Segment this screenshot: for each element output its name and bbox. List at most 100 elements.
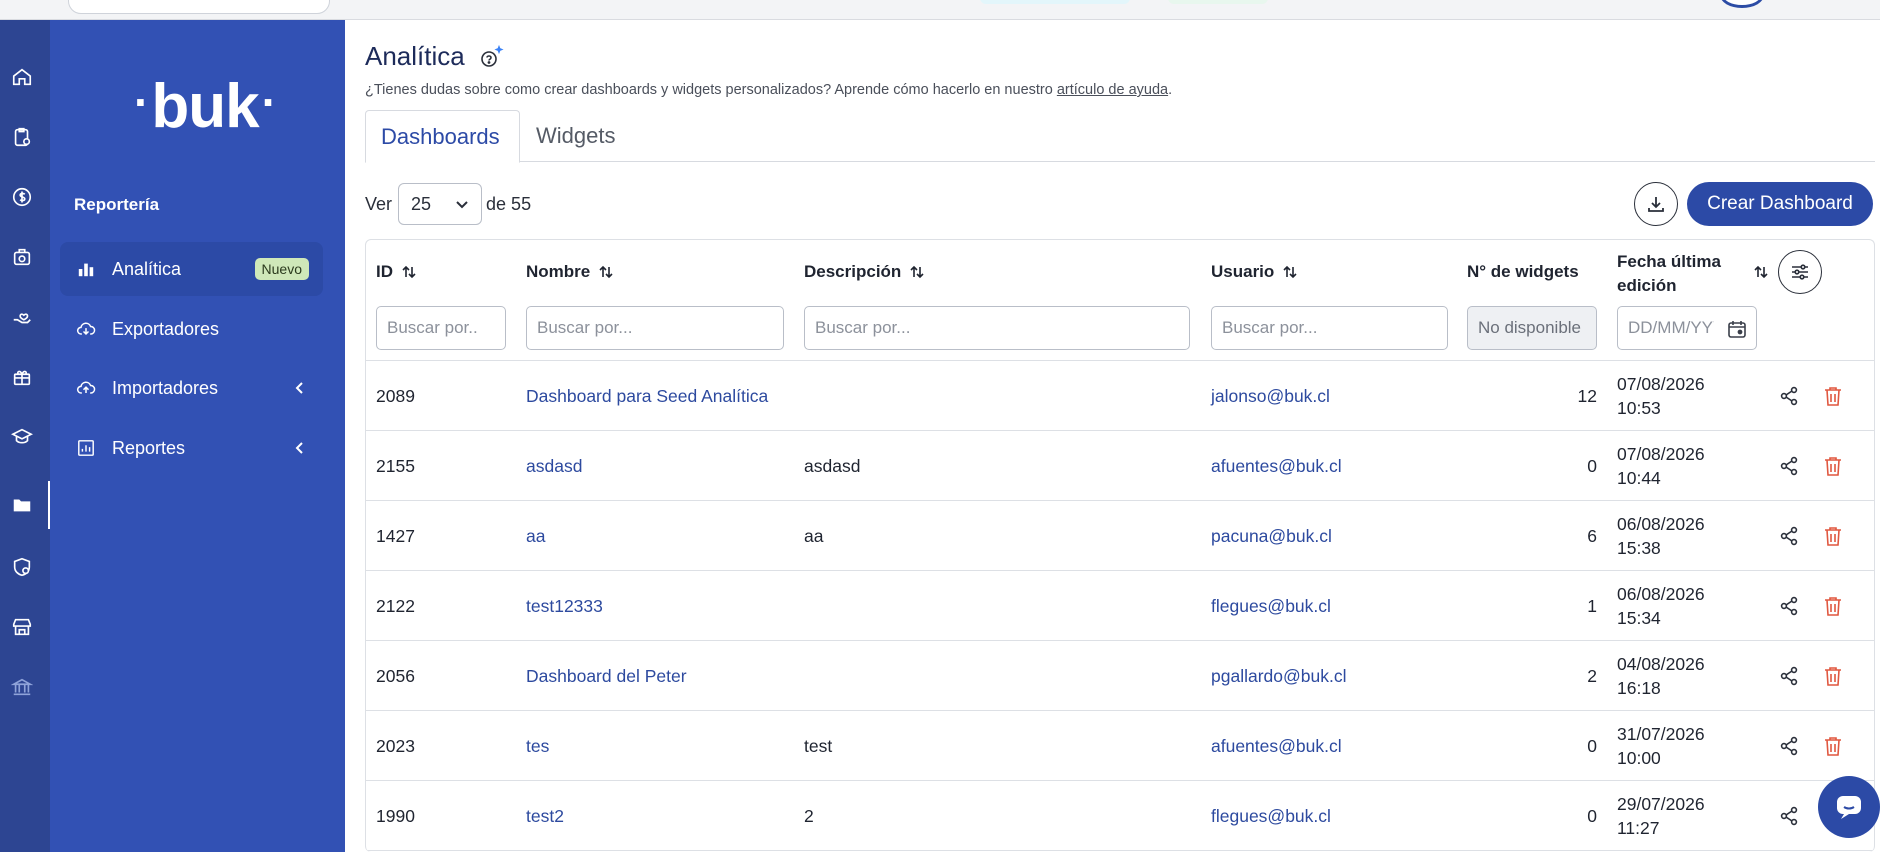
dashboard-name-link[interactable]: aa [526, 501, 545, 571]
home-icon[interactable] [9, 64, 35, 90]
table-header: ID Nombre Descripción Usuario N° de widg… [366, 240, 1874, 361]
dashboard-name-link[interactable]: asdasd [526, 431, 582, 501]
page-size-select[interactable]: 25 [398, 183, 483, 225]
hand-heart-icon[interactable] [9, 304, 35, 330]
shield-icon[interactable] [9, 554, 35, 580]
download-icon [1648, 197, 1664, 212]
table-row: 1990 test2 2 flegues@buk.cl 0 29/07/2026 11:27 [366, 781, 1874, 851]
global-search-input[interactable] [68, 0, 330, 14]
column-header-name[interactable]: Nombre [526, 262, 614, 282]
user-email-link[interactable]: afuentes@buk.cl [1211, 431, 1342, 501]
share-icon[interactable] [1778, 385, 1800, 407]
help-article-link[interactable]: artículo de ayuda [1057, 82, 1168, 98]
gift-icon[interactable] [9, 364, 35, 390]
top-bar [0, 0, 1880, 20]
user-email-link[interactable]: flegues@buk.cl [1211, 571, 1331, 641]
page-size-control: Ver 25 de 55 [365, 183, 531, 225]
user-email-link[interactable]: jalonso@buk.cl [1211, 361, 1330, 431]
dashboard-name-link[interactable]: test12333 [526, 571, 603, 641]
help-sparkle-icon[interactable] [477, 43, 505, 71]
row-last-edit: 04/08/2026 16:18 [1617, 654, 1705, 698]
user-email-link[interactable]: pacuna@buk.cl [1211, 501, 1332, 571]
chat-button[interactable] [1818, 776, 1880, 838]
row-last-edit: 06/08/2026 15:38 [1617, 514, 1705, 558]
bank-icon[interactable] [9, 674, 35, 700]
table-row: 2056 Dashboard del Peter pgallardo@buk.cl 2… [366, 641, 1874, 711]
page-subtitle: ¿Tienes dudas sobre como crear dashboard… [365, 82, 1173, 98]
download-button[interactable] [1634, 182, 1678, 226]
main-content: Analítica ¿Tienes dudas sobre como crear… [345, 20, 1880, 852]
top-pill[interactable] [980, 0, 1130, 4]
clipboard-icon[interactable] [9, 124, 35, 150]
dashboard-name-link[interactable]: Dashboard para Seed Analítica [526, 361, 768, 431]
share-icon[interactable] [1778, 455, 1800, 477]
calendar-icon[interactable] [1726, 318, 1748, 340]
trash-icon[interactable] [1823, 525, 1843, 547]
trash-icon[interactable] [1823, 385, 1843, 407]
sidebar-item-label: Reportes [112, 437, 186, 458]
user-email-link[interactable]: flegues@buk.cl [1211, 781, 1331, 851]
sort-icon [599, 265, 613, 279]
share-icon[interactable] [1778, 665, 1800, 687]
share-icon[interactable] [1778, 735, 1800, 757]
cloud-upload-icon [76, 378, 96, 398]
row-widget-count: 6 [1587, 525, 1597, 546]
share-icon[interactable] [1778, 595, 1800, 617]
avatar[interactable] [1720, 0, 1764, 8]
sidebar-section-title: Reportería [74, 195, 160, 214]
user-filter-input[interactable]: Buscar por... [1211, 306, 1448, 350]
description-filter-input[interactable]: Buscar por... [804, 306, 1190, 350]
widgets-filter-input: No disponible [1467, 306, 1597, 350]
create-dashboard-button[interactable]: Crear Dashboard [1687, 182, 1873, 226]
sidebar-item-label: Analítica [112, 258, 182, 279]
date-filter-input[interactable]: DD/MM/YYYY [1617, 306, 1757, 350]
share-icon[interactable] [1778, 805, 1800, 827]
trash-icon[interactable] [1823, 665, 1843, 687]
share-icon[interactable] [1778, 525, 1800, 547]
sidebar-item-importadores[interactable]: Importadores [60, 361, 323, 415]
trash-icon[interactable] [1823, 595, 1843, 617]
column-header-id[interactable]: ID [376, 262, 417, 282]
column-header-description[interactable]: Descripción [804, 262, 925, 282]
row-widget-count: 12 [1577, 385, 1597, 406]
folder-icon[interactable] [9, 492, 35, 518]
tab-widgets[interactable]: Widgets [521, 110, 630, 162]
bar-chart-icon [76, 259, 96, 279]
row-id: 2155 [376, 455, 415, 476]
row-last-edit: 06/08/2026 15:34 [1617, 584, 1705, 628]
sidebar-item-exportadores[interactable]: Exportadores [60, 302, 323, 356]
id-filter-input[interactable]: Buscar por.. [376, 306, 506, 350]
column-settings-button[interactable] [1778, 250, 1822, 294]
tab-bar: Dashboards Widgets [365, 110, 1875, 163]
chevron-left-icon [295, 442, 303, 454]
name-filter-input[interactable]: Buscar por... [526, 306, 784, 350]
row-last-edit: 29/07/2026 11:27 [1617, 794, 1705, 838]
dashboard-name-link[interactable]: test2 [526, 781, 564, 851]
sidebar: · buk · Reportería Analítica Nuevo Exporta… [50, 20, 345, 852]
row-id: 2023 [376, 735, 415, 756]
user-email-link[interactable]: afuentes@buk.cl [1211, 711, 1342, 781]
trash-icon[interactable] [1823, 735, 1843, 757]
row-widget-count: 0 [1587, 735, 1597, 756]
top-pill[interactable] [1168, 0, 1268, 4]
row-widget-count: 2 [1587, 665, 1597, 686]
graduation-cap-icon[interactable] [9, 424, 35, 450]
trash-icon[interactable] [1823, 455, 1843, 477]
sort-icon [1283, 265, 1297, 279]
store-icon[interactable] [9, 614, 35, 640]
dashboard-name-link[interactable]: Dashboard del Peter [526, 641, 687, 711]
row-id: 1990 [376, 805, 415, 826]
row-id: 2089 [376, 385, 415, 406]
chevron-down-icon [456, 201, 468, 209]
sidebar-item-reportes[interactable]: Reportes [60, 421, 323, 475]
column-header-last-edit[interactable]: Fecha última edición [1617, 250, 1768, 298]
dollar-icon[interactable] [9, 184, 35, 210]
tab-dashboards[interactable]: Dashboards [365, 110, 520, 163]
dashboard-name-link[interactable]: tes [526, 711, 549, 781]
row-widget-count: 1 [1587, 595, 1597, 616]
briefcase-icon[interactable] [9, 244, 35, 270]
buk-logo[interactable]: · buk · [130, 72, 280, 141]
column-header-user[interactable]: Usuario [1211, 262, 1298, 282]
sidebar-item-analitica[interactable]: Analítica Nuevo [60, 242, 323, 296]
user-email-link[interactable]: pgallardo@buk.cl [1211, 641, 1346, 711]
